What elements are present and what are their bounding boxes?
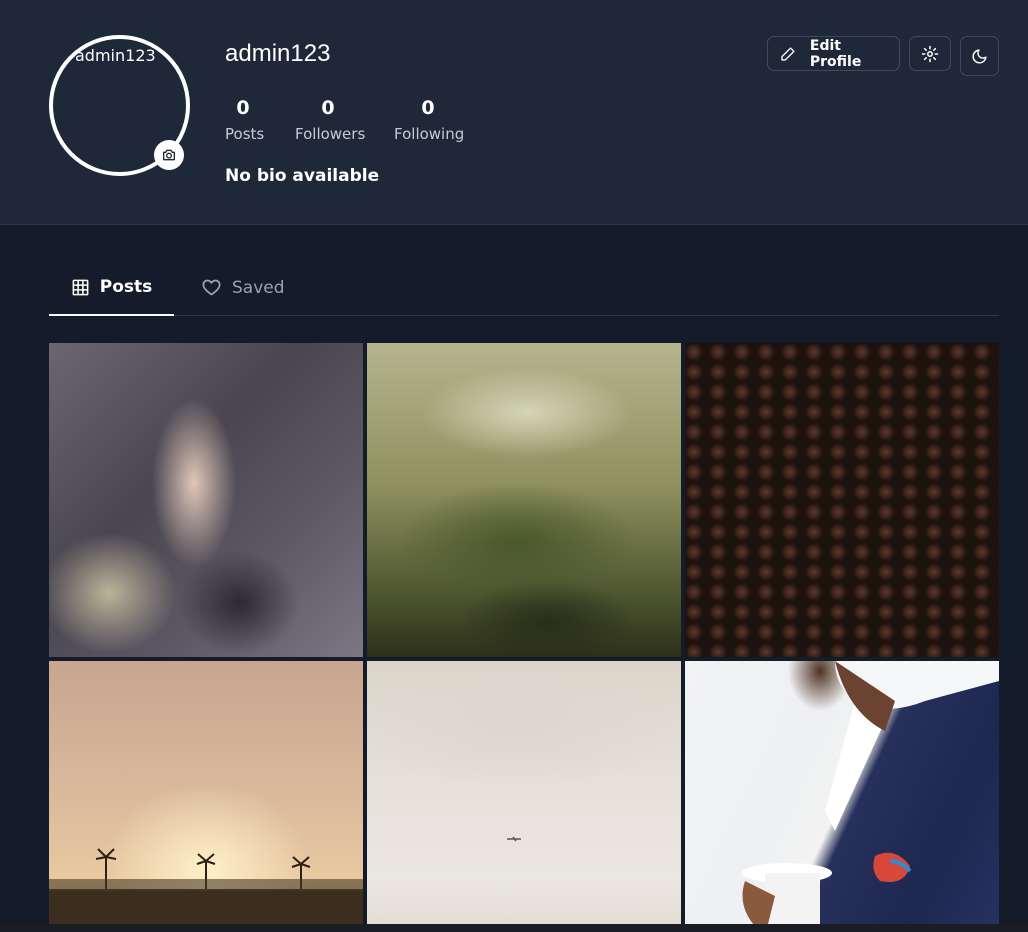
change-avatar-button[interactable] xyxy=(154,140,184,170)
man-with-coffee xyxy=(742,661,999,932)
profile-header: admin123 admin123 0 Posts 0 Followers 0 … xyxy=(0,0,1028,225)
avatar-alt-text: admin123 xyxy=(75,46,156,65)
post-tile[interactable] xyxy=(367,343,681,657)
stat-posts-label: Posts xyxy=(225,125,265,143)
bottom-bar xyxy=(0,924,1028,932)
tab-posts-label: Posts xyxy=(99,277,153,297)
stat-followers-label: Followers xyxy=(295,125,366,143)
bio: No bio available xyxy=(225,166,380,186)
airplane-speck xyxy=(507,836,521,842)
edit-profile-button[interactable]: Edit Profile xyxy=(767,36,900,71)
tab-saved[interactable]: Saved xyxy=(201,260,285,315)
stat-following-count: 0 xyxy=(421,97,435,119)
moon-icon xyxy=(972,48,987,63)
post-tile[interactable] xyxy=(49,343,363,657)
stat-posts: 0 Posts xyxy=(225,96,265,143)
camera-icon xyxy=(163,149,175,161)
settings-button[interactable] xyxy=(909,36,951,71)
grid-icon xyxy=(72,279,89,295)
avatar[interactable]: admin123 xyxy=(49,35,190,176)
username: admin123 xyxy=(225,40,331,67)
stat-following[interactable]: 0 Following xyxy=(394,96,465,143)
pencil-icon xyxy=(781,46,795,61)
theme-toggle-button[interactable] xyxy=(960,36,999,76)
tab-saved-label: Saved xyxy=(232,277,285,298)
post-tile[interactable] xyxy=(49,661,363,932)
edit-profile-label: Edit Profile xyxy=(809,37,862,70)
gear-icon xyxy=(921,45,939,62)
post-tile[interactable] xyxy=(685,661,999,932)
post-tile[interactable] xyxy=(367,661,681,932)
stat-followers-count: 0 xyxy=(321,97,335,119)
stat-followers[interactable]: 0 Followers xyxy=(295,96,366,143)
heart-icon xyxy=(202,279,221,296)
profile-tabs: Posts Saved xyxy=(49,260,999,316)
tab-posts[interactable]: Posts xyxy=(49,260,174,316)
post-tile[interactable] xyxy=(685,343,999,657)
stat-posts-count: 0 xyxy=(236,97,250,119)
palm-trees-silhouette xyxy=(49,848,363,932)
stat-following-label: Following xyxy=(394,125,465,143)
